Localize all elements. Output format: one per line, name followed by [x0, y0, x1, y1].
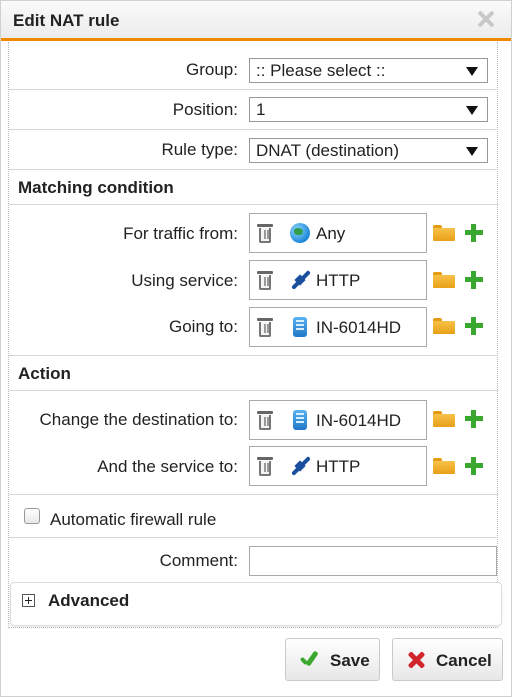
auto-firewall-checkbox[interactable] [24, 508, 40, 524]
trash-icon[interactable] [257, 224, 273, 243]
divider [9, 169, 498, 170]
change-destination-value: IN-6014HD [316, 411, 402, 430]
chevron-down-icon [466, 67, 478, 76]
action-heading: Action [18, 364, 71, 383]
save-button[interactable]: Save [285, 638, 380, 681]
traffic-from-label: For traffic from: [123, 224, 238, 243]
add-icon[interactable] [465, 457, 483, 475]
going-to-value: IN-6014HD [316, 318, 402, 337]
chevron-down-icon [466, 147, 478, 156]
service-to-label: And the service to: [97, 457, 238, 476]
divider [9, 89, 498, 90]
folder-icon[interactable] [433, 411, 455, 427]
position-select-value: 1 [256, 100, 266, 119]
going-to-field[interactable]: IN-6014HD [249, 307, 427, 347]
change-destination-field[interactable]: IN-6014HD [249, 400, 427, 440]
using-service-field[interactable]: HTTP [249, 260, 427, 300]
advanced-label: Advanced [48, 591, 130, 610]
matching-condition-heading: Matching condition [18, 178, 174, 197]
dialog-title: Edit NAT rule [13, 11, 120, 30]
dialog-titlebar: Edit NAT rule [1, 1, 511, 41]
service-icon [290, 270, 310, 290]
folder-icon[interactable] [433, 272, 455, 288]
divider [9, 204, 498, 205]
nat-rule-dialog: Edit NAT rule Group: :: Please select ::… [0, 0, 512, 697]
divider [9, 537, 498, 538]
group-label: Group: [186, 60, 238, 79]
add-icon[interactable] [465, 317, 483, 335]
cancel-button[interactable]: Cancel [392, 638, 503, 681]
going-to-label: Going to: [169, 317, 238, 336]
group-select[interactable]: :: Please select :: [249, 58, 488, 83]
traffic-from-value: Any [316, 224, 346, 243]
add-icon[interactable] [465, 410, 483, 428]
comment-label: Comment: [159, 551, 238, 570]
globe-icon [290, 223, 310, 243]
comment-input[interactable] [249, 546, 497, 576]
service-to-value: HTTP [316, 457, 361, 476]
service-icon [290, 456, 310, 476]
close-icon[interactable] [475, 9, 495, 29]
using-service-label: Using service: [131, 271, 238, 290]
folder-icon[interactable] [433, 318, 455, 334]
close-icon [407, 651, 425, 669]
auto-firewall-label: Automatic firewall rule [50, 510, 217, 529]
chevron-down-icon [466, 106, 478, 115]
divider [9, 355, 498, 356]
add-icon[interactable] [465, 271, 483, 289]
divider [9, 129, 498, 130]
host-icon [293, 317, 307, 337]
trash-icon[interactable] [257, 411, 273, 430]
position-select[interactable]: 1 [249, 97, 488, 122]
add-icon[interactable] [465, 224, 483, 242]
trash-icon[interactable] [257, 318, 273, 337]
folder-icon[interactable] [433, 225, 455, 241]
trash-icon[interactable] [257, 271, 273, 290]
traffic-from-field[interactable]: Any [249, 213, 427, 253]
divider [9, 390, 498, 391]
rule-type-select-value: DNAT (destination) [256, 141, 399, 160]
rule-type-label: Rule type: [161, 140, 238, 159]
folder-icon[interactable] [433, 458, 455, 474]
position-label: Position: [172, 100, 238, 119]
divider [9, 494, 498, 495]
cancel-button-label: Cancel [436, 651, 492, 670]
trash-icon[interactable] [257, 457, 273, 476]
expand-icon[interactable] [22, 594, 35, 607]
change-destination-label: Change the destination to: [39, 410, 238, 429]
group-select-value: :: Please select :: [256, 61, 386, 80]
advanced-panel[interactable]: Advanced [10, 582, 502, 626]
using-service-value: HTTP [316, 271, 361, 290]
host-icon [293, 410, 307, 430]
checkmark-icon [297, 649, 319, 671]
rule-type-select[interactable]: DNAT (destination) [249, 138, 488, 163]
service-to-field[interactable]: HTTP [249, 446, 427, 486]
save-button-label: Save [330, 651, 370, 670]
